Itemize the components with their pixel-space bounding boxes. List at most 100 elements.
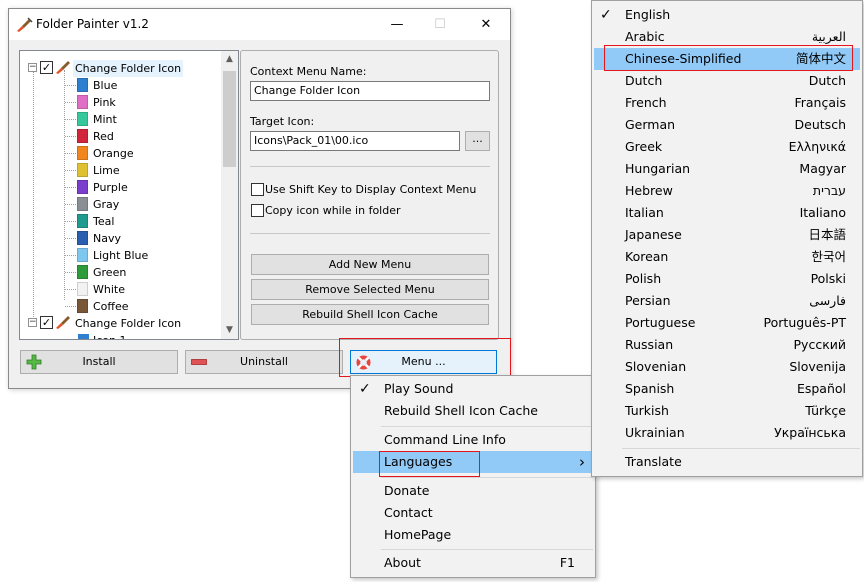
install-button[interactable]: Install xyxy=(20,350,178,374)
tree-item[interactable]: Navy xyxy=(20,230,220,247)
uninstall-button[interactable]: Uninstall xyxy=(185,350,343,374)
tree-item[interactable]: Pink xyxy=(20,94,220,111)
languages-submenu: ✓ English Arabic العربية Chinese-Simplified 简… xyxy=(591,0,863,477)
language-item-spanish[interactable]: Spanish Español xyxy=(594,378,860,400)
browse-button[interactable]: ... xyxy=(465,131,490,151)
tree-item-label: Mint xyxy=(93,113,117,126)
context-menu-name-input[interactable]: Change Folder Icon xyxy=(250,81,490,101)
menu-item-donate[interactable]: Donate xyxy=(353,480,593,502)
tree-item[interactable]: Green xyxy=(20,264,220,281)
language-item-german[interactable]: German Deutsch xyxy=(594,114,860,136)
language-native-name: Italiano xyxy=(799,205,846,220)
copy-icon-checkbox[interactable] xyxy=(251,204,264,217)
menu-separator xyxy=(381,477,593,478)
annotation-box xyxy=(379,451,480,477)
menu-item-about[interactable]: About F1 xyxy=(353,552,593,574)
folder-color-swatch xyxy=(77,146,88,160)
tree-item[interactable]: Mint xyxy=(20,111,220,128)
tree-item[interactable]: Purple xyxy=(20,179,220,196)
target-icon-input[interactable]: Icons\Pack_01\00.ico xyxy=(250,131,460,151)
collapse-toggle[interactable]: − xyxy=(28,63,37,72)
menu-item-command-line-info[interactable]: Command Line Info xyxy=(353,429,593,451)
language-label: Russian xyxy=(625,337,674,352)
language-native-name: فارسی xyxy=(809,293,846,308)
minimize-button[interactable]: — xyxy=(374,9,420,40)
menu-item-label: Play Sound xyxy=(384,381,454,396)
remove-selected-menu-button[interactable]: Remove Selected Menu xyxy=(251,279,489,300)
folder-color-swatch xyxy=(77,112,88,126)
menu-item-homepage[interactable]: HomePage xyxy=(353,524,593,546)
scroll-thumb[interactable] xyxy=(223,71,236,167)
language-item-hungarian[interactable]: Hungarian Magyar xyxy=(594,158,860,180)
root-checkbox-2[interactable]: ✓ xyxy=(40,316,53,329)
menu-separator xyxy=(381,426,593,427)
tree-item[interactable]: Red xyxy=(20,128,220,145)
menu-item-contact[interactable]: Contact xyxy=(353,502,593,524)
language-item-hebrew[interactable]: Hebrew עברית xyxy=(594,180,860,202)
tree-item[interactable]: Coffee xyxy=(20,298,220,315)
tree-line xyxy=(65,170,76,171)
folder-color-swatch xyxy=(77,78,88,92)
tree-root-label[interactable]: Change Folder Icon xyxy=(73,60,184,77)
tree-item[interactable]: Teal xyxy=(20,213,220,230)
language-item-ukrainian[interactable]: Ukrainian Українська xyxy=(594,422,860,444)
scroll-up-icon[interactable]: ▲ xyxy=(221,51,238,68)
tree-item[interactable]: Gray xyxy=(20,196,220,213)
tree-item[interactable]: White xyxy=(20,281,220,298)
add-new-menu-button[interactable]: Add New Menu xyxy=(251,254,489,275)
language-item-greek[interactable]: Greek Ελληνικά xyxy=(594,136,860,158)
paintbrush-icon xyxy=(56,61,70,74)
title-bar[interactable]: Folder Painter v1.2 — ☐ ✕ xyxy=(9,9,510,40)
language-native-name: עברית xyxy=(812,183,846,198)
paintbrush-icon xyxy=(56,316,70,329)
folder-color-swatch xyxy=(77,95,88,109)
close-button[interactable]: ✕ xyxy=(463,9,509,40)
copy-icon-label[interactable]: Copy icon while in folder xyxy=(265,204,401,217)
language-item-dutch[interactable]: Dutch Dutch xyxy=(594,70,860,92)
rebuild-cache-button[interactable]: Rebuild Shell Icon Cache xyxy=(251,304,489,325)
settings-panel: Context Menu Name: Change Folder Icon Ta… xyxy=(240,50,499,340)
tree-scrollbar[interactable]: ▲ ▼ xyxy=(221,51,238,339)
language-label: German xyxy=(625,117,676,132)
check-icon: ✓ xyxy=(600,7,612,23)
language-label: Hungarian xyxy=(625,161,691,176)
scroll-down-icon[interactable]: ▼ xyxy=(221,322,238,339)
menu-item-play-sound[interactable]: ✓ Play Sound xyxy=(353,378,593,400)
root-checkbox[interactable]: ✓ xyxy=(40,61,53,74)
language-item-english[interactable]: ✓ English xyxy=(594,4,860,26)
language-item-turkish[interactable]: Turkish Türkçe xyxy=(594,400,860,422)
menu-tree[interactable]: − ✓ Change Folder Icon Blue Pink Mint Red Or… xyxy=(19,50,239,340)
language-item-slovenian[interactable]: Slovenian Slovenija xyxy=(594,356,860,378)
tree-item[interactable]: Light Blue xyxy=(20,247,220,264)
language-label: Portuguese xyxy=(625,315,696,330)
folder-color-swatch xyxy=(77,231,88,245)
language-item-korean[interactable]: Korean 한국어 xyxy=(594,246,860,268)
annotation-box xyxy=(604,45,853,71)
language-item-translate[interactable]: Translate xyxy=(594,451,860,473)
language-item-italian[interactable]: Italian Italiano xyxy=(594,202,860,224)
language-item-persian[interactable]: Persian فارسی xyxy=(594,290,860,312)
tree-line xyxy=(65,255,76,256)
tree-line xyxy=(65,85,76,86)
tree-item-label: Orange xyxy=(93,147,134,160)
tree-root-label-2[interactable]: Change Folder Icon xyxy=(75,315,181,332)
tree-item[interactable]: Lime xyxy=(20,162,220,179)
tree-item-label: Gray xyxy=(93,198,120,211)
tree-item[interactable]: Blue xyxy=(20,77,220,94)
language-item-portuguese[interactable]: Portuguese Português-PT xyxy=(594,312,860,334)
language-item-japanese[interactable]: Japanese 日本語 xyxy=(594,224,860,246)
language-item-russian[interactable]: Russian Русский xyxy=(594,334,860,356)
shift-key-checkbox[interactable] xyxy=(251,183,264,196)
collapse-toggle[interactable]: − xyxy=(28,318,37,327)
language-item-polish[interactable]: Polish Polski xyxy=(594,268,860,290)
submenu-arrow-icon: › xyxy=(579,453,585,471)
tree-item-label: Red xyxy=(93,130,114,143)
menu-item-rebuild-cache[interactable]: Rebuild Shell Icon Cache xyxy=(353,400,593,422)
language-native-name: Русский xyxy=(793,337,846,352)
tree-item-partial[interactable]: Icon 1 xyxy=(93,332,127,339)
shift-key-label[interactable]: Use Shift Key to Display Context Menu xyxy=(265,183,476,196)
install-label: Install xyxy=(82,355,116,368)
language-item-french[interactable]: French Français xyxy=(594,92,860,114)
tree-item[interactable]: Orange xyxy=(20,145,220,162)
paintbrush-icon xyxy=(17,17,33,32)
